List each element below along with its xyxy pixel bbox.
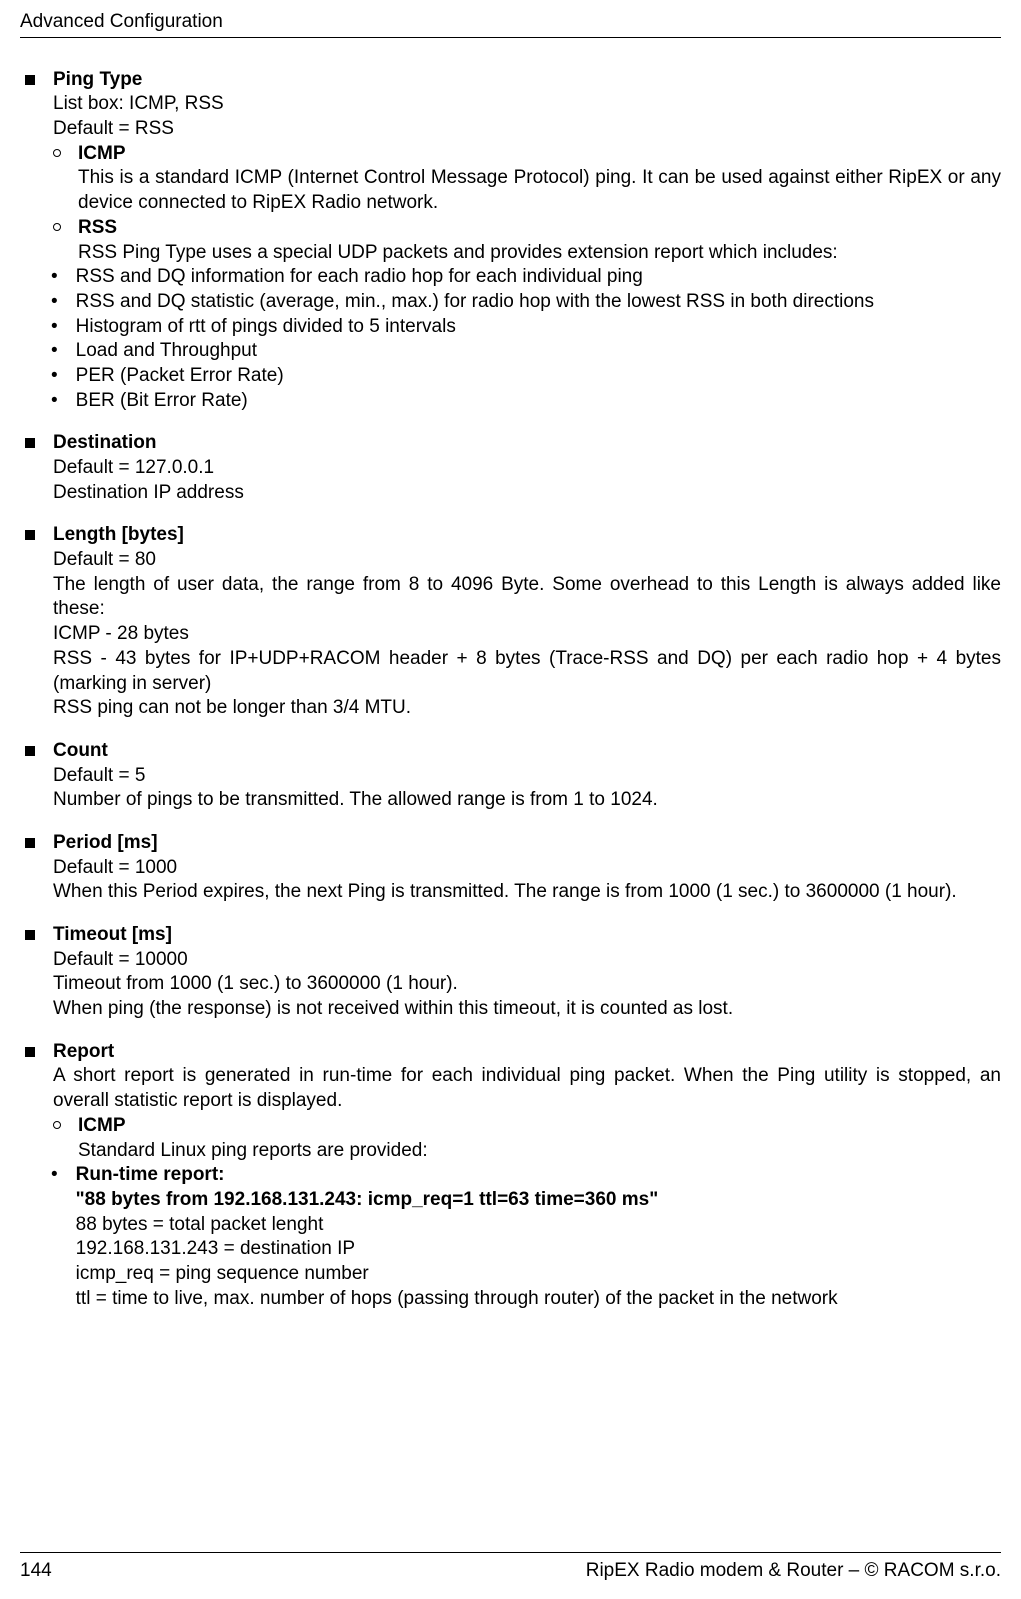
subsection-rss: RSS RSS Ping Type uses a special UDP pac… — [53, 216, 1001, 265]
section-timeout: Timeout [ms] Default = 10000 Timeout fro… — [20, 923, 1001, 1022]
text-line: The length of user data, the range from … — [53, 573, 1001, 622]
dot-bullet-icon: • — [51, 290, 58, 315]
text-line: Standard Linux ping reports are provided… — [78, 1139, 1001, 1164]
text-line: icmp_req = ping sequence number — [76, 1262, 1001, 1287]
text-line: RSS - 43 bytes for IP+UDP+RACOM header +… — [53, 647, 1001, 696]
subsection-title: ICMP — [78, 1114, 1001, 1139]
list-item: • Histogram of rtt of pings divided to 5… — [53, 315, 1001, 340]
list-item: • Load and Throughput — [53, 339, 1001, 364]
text-line: RSS and DQ information for each radio ho… — [76, 265, 1001, 290]
section-count: Count Default = 5 Number of pings to be … — [20, 739, 1001, 813]
list-item-runtime: • Run-time report: "88 bytes from 192.16… — [53, 1163, 1001, 1311]
section-period: Period [ms] Default = 1000 When this Per… — [20, 831, 1001, 905]
section-title: Timeout [ms] — [53, 923, 1001, 948]
list-item: • RSS and DQ information for each radio … — [53, 265, 1001, 290]
section-title: Length [bytes] — [53, 523, 1001, 548]
list-item: • PER (Packet Error Rate) — [53, 364, 1001, 389]
text-line: List box: ICMP, RSS — [53, 92, 1001, 117]
text-line: ttl = time to live, max. number of hops … — [76, 1287, 1001, 1312]
dot-bullet-icon: • — [51, 315, 58, 340]
text-line: This is a standard ICMP (Internet Contro… — [78, 166, 1001, 215]
text-line: A short report is generated in run-time … — [53, 1064, 1001, 1113]
text-line: Load and Throughput — [76, 339, 1001, 364]
square-bullet-icon — [25, 530, 35, 540]
text-line: BER (Bit Error Rate) — [76, 389, 1001, 414]
text-line: Destination IP address — [53, 481, 1001, 506]
square-bullet-icon — [25, 746, 35, 756]
text-line: RSS ping can not be longer than 3/4 MTU. — [53, 696, 1001, 721]
circle-bullet-icon — [53, 1121, 61, 1129]
section-title: Report — [53, 1040, 1001, 1065]
page-number: 144 — [20, 1559, 52, 1584]
square-bullet-icon — [25, 838, 35, 848]
section-title: Count — [53, 739, 1001, 764]
section-destination: Destination Default = 127.0.0.1 Destinat… — [20, 431, 1001, 505]
text-line: ICMP - 28 bytes — [53, 622, 1001, 647]
dot-bullet-icon: • — [51, 265, 58, 290]
text-line: RSS Ping Type uses a special UDP packets… — [78, 241, 1001, 266]
section-title: Period [ms] — [53, 831, 1001, 856]
content: Ping Type List box: ICMP, RSS Default = … — [20, 68, 1001, 1312]
text-line: 88 bytes = total packet lenght — [76, 1213, 1001, 1238]
text-line: When ping (the response) is not received… — [53, 997, 1001, 1022]
page-header: Advanced Configuration — [20, 10, 1001, 38]
circle-bullet-icon — [53, 149, 61, 157]
text-line: PER (Packet Error Rate) — [76, 364, 1001, 389]
square-bullet-icon — [25, 1047, 35, 1057]
text-line: Default = 1000 — [53, 856, 1001, 881]
dot-bullet-icon: • — [51, 1163, 58, 1311]
text-line: Histogram of rtt of pings divided to 5 i… — [76, 315, 1001, 340]
text-line: RSS and DQ statistic (average, min., max… — [76, 290, 1001, 315]
dot-bullet-icon: • — [51, 389, 58, 414]
text-line: When this Period expires, the next Ping … — [53, 880, 1001, 905]
text-line: 192.168.131.243 = destination IP — [76, 1237, 1001, 1262]
runtime-title: Run-time report: — [76, 1163, 1001, 1188]
section-length: Length [bytes] Default = 80 The length o… — [20, 523, 1001, 721]
subsection-title: ICMP — [78, 142, 1001, 167]
square-bullet-icon — [25, 930, 35, 940]
text-line: Default = RSS — [53, 117, 1001, 142]
text-line: Timeout from 1000 (1 sec.) to 3600000 (1… — [53, 972, 1001, 997]
dot-bullet-icon: • — [51, 339, 58, 364]
dot-bullet-icon: • — [51, 364, 58, 389]
section-ping-type: Ping Type List box: ICMP, RSS Default = … — [20, 68, 1001, 414]
footer-text: RipEX Radio modem & Router – © RACOM s.r… — [586, 1559, 1001, 1584]
text-line: Default = 5 — [53, 764, 1001, 789]
square-bullet-icon — [25, 75, 35, 85]
page-footer: 144 RipEX Radio modem & Router – © RACOM… — [20, 1552, 1001, 1584]
subsection-report-icmp: ICMP Standard Linux ping reports are pro… — [53, 1114, 1001, 1163]
subsection-title: RSS — [78, 216, 1001, 241]
runtime-example: "88 bytes from 192.168.131.243: icmp_req… — [76, 1188, 1001, 1213]
text-line: Default = 80 — [53, 548, 1001, 573]
circle-bullet-icon — [53, 223, 61, 231]
text-line: Default = 10000 — [53, 948, 1001, 973]
subsection-icmp: ICMP This is a standard ICMP (Internet C… — [53, 142, 1001, 216]
text-line: Number of pings to be transmitted. The a… — [53, 788, 1001, 813]
square-bullet-icon — [25, 438, 35, 448]
list-item: • RSS and DQ statistic (average, min., m… — [53, 290, 1001, 315]
section-report: Report A short report is generated in ru… — [20, 1040, 1001, 1312]
text-line: Default = 127.0.0.1 — [53, 456, 1001, 481]
list-item: • BER (Bit Error Rate) — [53, 389, 1001, 414]
section-title: Ping Type — [53, 68, 1001, 93]
section-title: Destination — [53, 431, 1001, 456]
